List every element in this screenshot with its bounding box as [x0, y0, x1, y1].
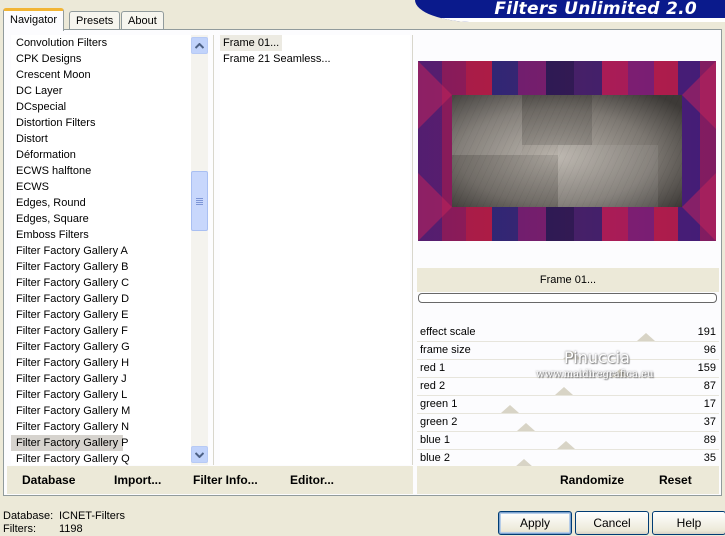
- category-item[interactable]: Distort: [11, 131, 188, 147]
- scroll-down-button[interactable]: [191, 446, 208, 463]
- category-item[interactable]: Filter Factory Gallery E: [11, 307, 188, 323]
- category-item[interactable]: Edges, Round: [11, 195, 188, 211]
- category-item[interactable]: Filter Factory Gallery M: [11, 403, 188, 419]
- database-value: ICNET-Filters: [59, 510, 125, 522]
- category-item[interactable]: Filter Factory Gallery N: [11, 419, 188, 435]
- category-item[interactable]: Filter Factory Gallery A: [11, 243, 188, 259]
- cancel-button[interactable]: Cancel: [575, 511, 649, 535]
- category-item[interactable]: Edges, Square: [11, 211, 188, 227]
- tab-presets[interactable]: Presets: [69, 11, 121, 30]
- category-item[interactable]: Filter Factory Gallery G: [11, 339, 188, 355]
- param-slider-marker[interactable]: [501, 405, 519, 413]
- banner-title: Filters Unlimited 2.0: [494, 0, 697, 19]
- category-item[interactable]: Filter Factory Gallery L: [11, 387, 188, 403]
- category-item[interactable]: Filter Factory Gallery P: [11, 435, 128, 451]
- category-item[interactable]: DCspecial: [11, 99, 188, 115]
- database-button[interactable]: Database: [22, 472, 75, 488]
- category-item[interactable]: Filter Factory Gallery J: [11, 371, 188, 387]
- filters-label: Filters:: [3, 523, 36, 535]
- category-scrollbar[interactable]: [191, 35, 208, 465]
- param-value: 89: [703, 434, 716, 446]
- category-item[interactable]: Emboss Filters: [11, 227, 188, 243]
- category-item[interactable]: Filter Factory Gallery B: [11, 259, 188, 275]
- param-value: 191: [697, 326, 716, 338]
- filter-item[interactable]: Frame 21 Seamless...: [220, 51, 410, 67]
- param-name: green 2: [420, 416, 458, 428]
- param-name: green 1: [420, 398, 458, 410]
- param-row[interactable]: green 1 17: [417, 396, 719, 414]
- param-row[interactable]: green 2 37: [417, 414, 719, 432]
- param-name: blue 2: [420, 452, 450, 464]
- watermark-url: www.maidiregrafica.eu: [536, 369, 654, 380]
- param-name: red 1: [420, 362, 446, 374]
- left-toolbar: Database Import... Filter Info... Editor…: [7, 466, 413, 494]
- divider: [412, 35, 413, 465]
- category-item[interactable]: Filter Factory Gallery C: [11, 275, 188, 291]
- filter-list[interactable]: Frame 01... Frame 21 Seamless...: [220, 35, 410, 465]
- category-list[interactable]: Convolution Filters CPK Designs Crescent M…: [11, 35, 208, 465]
- param-value: 96: [703, 344, 716, 356]
- param-value: 87: [703, 380, 716, 392]
- chevron-up-icon: [195, 42, 204, 49]
- right-toolbar: Randomize Reset: [417, 466, 719, 494]
- randomize-button[interactable]: Randomize: [560, 472, 624, 488]
- category-item[interactable]: ECWS halftone: [11, 163, 188, 179]
- progress-bar: [418, 293, 717, 303]
- category-item[interactable]: Convolution Filters: [11, 35, 188, 51]
- tab-navigator[interactable]: Navigator: [3, 8, 65, 31]
- apply-button[interactable]: Apply: [498, 511, 572, 535]
- param-value: 17: [703, 398, 716, 410]
- editor-button[interactable]: Editor...: [290, 472, 334, 488]
- status-area: Database: ICNET-Filters Filters: 1198: [3, 510, 125, 536]
- param-slider-marker[interactable]: [555, 387, 573, 395]
- chevron-down-icon: [195, 451, 204, 458]
- watermark-name: Pinuccia: [564, 348, 630, 367]
- category-item[interactable]: Filter Factory Gallery H: [11, 355, 188, 371]
- divider: [213, 35, 214, 465]
- navigator-panel: Convolution Filters CPK Designs Crescent M…: [3, 29, 722, 496]
- category-item[interactable]: CPK Designs: [11, 51, 188, 67]
- parameter-list: effect scale 191 frame size 96 red 1 159 red 2…: [417, 324, 719, 468]
- param-slider-marker[interactable]: [517, 423, 535, 431]
- filter-item[interactable]: Frame 01...: [220, 35, 282, 51]
- param-name: frame size: [420, 344, 471, 356]
- title-banner: Filters Unlimited 2.0: [415, 0, 725, 22]
- param-name: blue 1: [420, 434, 450, 446]
- category-item[interactable]: Filter Factory Gallery F: [11, 323, 188, 339]
- filter-info-button[interactable]: Filter Info...: [193, 472, 258, 488]
- param-row[interactable]: blue 1 89: [417, 432, 719, 450]
- database-label: Database:: [3, 510, 54, 522]
- param-value: 35: [703, 452, 716, 464]
- category-items: Convolution Filters CPK Designs Crescent M…: [11, 35, 208, 465]
- preview-image: [418, 61, 716, 241]
- param-slider-marker[interactable]: [637, 333, 655, 341]
- scroll-up-button[interactable]: [191, 37, 208, 54]
- current-filter-title: Frame 01...: [417, 268, 719, 292]
- reset-button[interactable]: Reset: [659, 472, 692, 488]
- param-value: 37: [703, 416, 716, 428]
- param-name: effect scale: [420, 326, 476, 338]
- grip-icon: [196, 197, 203, 205]
- param-row[interactable]: effect scale 191: [417, 324, 719, 342]
- category-item[interactable]: Distortion Filters: [11, 115, 188, 131]
- category-item[interactable]: Déformation: [11, 147, 188, 163]
- category-item[interactable]: ECWS: [11, 179, 188, 195]
- tab-about[interactable]: About: [121, 11, 164, 30]
- category-item[interactable]: Crescent Moon: [11, 67, 188, 83]
- param-slider-marker[interactable]: [557, 441, 575, 449]
- scroll-thumb[interactable]: [191, 171, 208, 231]
- param-value: 159: [697, 362, 716, 374]
- category-item[interactable]: Filter Factory Gallery D: [11, 291, 188, 307]
- param-name: red 2: [420, 380, 446, 392]
- category-item[interactable]: DC Layer: [11, 83, 188, 99]
- import-button[interactable]: Import...: [114, 472, 161, 488]
- category-item[interactable]: Filter Factory Gallery Q: [11, 451, 188, 465]
- help-button[interactable]: Help: [652, 511, 725, 535]
- param-row[interactable]: red 2 87: [417, 378, 719, 396]
- filters-count: 1198: [59, 523, 83, 535]
